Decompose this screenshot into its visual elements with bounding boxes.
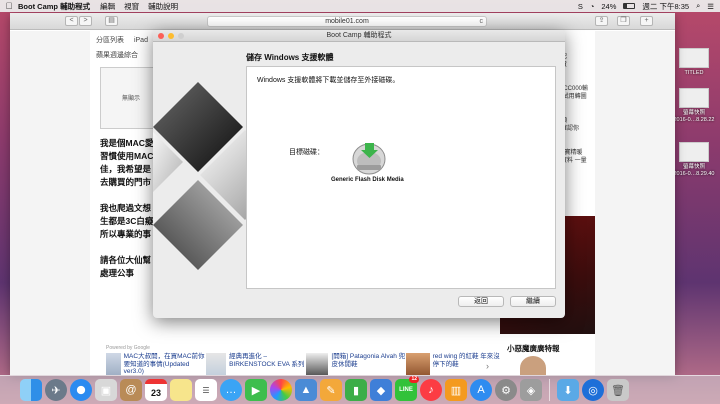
trash-icon[interactable]: 🗑 — [607, 379, 629, 401]
ad-thumbnail — [106, 353, 121, 375]
ad-thumbnail — [406, 353, 430, 375]
tab-ipad[interactable]: iPad — [134, 37, 148, 44]
step-heading: 儲存 Windows 支援軟體 — [246, 53, 334, 62]
related-ad-item[interactable]: MAC大叔開，在買MAC前你要知道的事情(Updated ver3.0) — [106, 353, 206, 375]
photos-icon[interactable] — [270, 379, 292, 401]
menu-window[interactable]: 視窗 — [124, 1, 139, 12]
spotlight-icon[interactable]: ⌕ — [696, 1, 700, 11]
share-icon[interactable]: ⇪ — [595, 16, 608, 26]
battery-percent: 24% — [601, 1, 617, 11]
skype-icon[interactable]: S — [578, 2, 583, 11]
related-ad-item[interactable]: red wing 的紅鞋 年來沒停下的鞋 — [406, 353, 506, 375]
carousel-next-icon[interactable]: › — [486, 361, 489, 371]
forward-button[interactable]: > — [79, 16, 92, 26]
content-panel: Windows 支援軟體將下載並儲存至外接磁碟。 目標磁碟： Generic F… — [246, 66, 556, 289]
calendar-date: 23 — [150, 387, 161, 398]
ad-thumbnail — [206, 353, 227, 375]
ad-image[interactable] — [520, 356, 546, 375]
browser-icon[interactable]: ◎ — [582, 379, 604, 401]
safari-icon[interactable] — [70, 379, 92, 401]
finder-icon[interactable] — [20, 379, 42, 401]
tab-apple-accessories[interactable]: 蘋果週邊綜合 — [96, 50, 138, 60]
tabs-icon[interactable]: ❐ — [617, 16, 630, 26]
desktop-item-untitled[interactable]: TITLED — [668, 48, 720, 77]
ibooks-icon[interactable]: ▥ — [445, 379, 467, 401]
menu-help[interactable]: 輔助說明 — [148, 1, 178, 12]
ad-thumbnail — [306, 353, 329, 375]
related-ad-item[interactable]: 經典再進化 – BIRKENSTOCK EVA 系列 — [206, 353, 306, 375]
bootcamp-window: Boot Camp 輔助程式 儲存 Windows 支援軟體 Windows 支… — [153, 30, 565, 318]
line-icon[interactable]: LINE 12 — [395, 376, 419, 401]
back-button[interactable]: 返回 — [458, 296, 504, 307]
messages-icon[interactable]: … — [220, 379, 242, 401]
reload-icon[interactable]: c — [480, 17, 484, 27]
keynote-icon[interactable]: ◆ — [370, 379, 392, 401]
window-controls — [158, 33, 184, 39]
ad-text: red wing 的紅鞋 年來沒停下的鞋 — [432, 353, 500, 368]
clock[interactable]: 週二 下午8:35 — [642, 1, 689, 12]
drive-thumbnail-icon — [679, 48, 709, 68]
launchpad-icon[interactable]: ✈ — [45, 379, 67, 401]
window-title: Boot Camp 輔助程式 — [326, 32, 392, 39]
dock: ✈ ▣ @ 23 ☰ … ▶ ▲ ✎ ▮ ◆ LINE 12 ♪ ▥ A ⚙ ◈ … — [0, 375, 720, 404]
address-bar[interactable]: mobile01.com c — [207, 16, 487, 27]
page-tabs: 分區列表 iPad — [96, 35, 156, 45]
desktop-item-label: TITLED — [684, 70, 704, 76]
desktop-item-screenshot-1[interactable]: 螢幕快照 2016-0…8.28.22 — [668, 88, 720, 124]
tab-category-list[interactable]: 分區列表 — [96, 37, 124, 44]
menubar-status-area: S ◔ 24% 週二 下午8:35 ⌕ ☰ — [578, 0, 714, 12]
screenshot-thumbnail-icon — [679, 88, 709, 108]
url-text: mobile01.com — [325, 18, 369, 25]
powered-by-google: Powered by Google — [106, 345, 150, 351]
target-disk-label: 目標磁碟： — [289, 149, 324, 156]
contacts-icon[interactable]: @ — [120, 379, 142, 401]
notification-badge: 12 — [409, 376, 419, 383]
external-disk-icon[interactable] — [351, 141, 387, 175]
menubar:  Boot Camp 輔助程式 編輯 視窗 輔助說明 S ◔ 24% 週二 下… — [0, 0, 720, 12]
desktop-item-label: 螢幕快照 2016-0…8.28.22 — [673, 110, 715, 123]
notification-center-icon[interactable]: ☰ — [707, 2, 714, 11]
system-preferences-icon[interactable]: ⚙ — [495, 379, 517, 401]
safari-toolbar: < > ▤ mobile01.com c ⇪ ❐ + — [10, 13, 675, 30]
bootcamp-icon[interactable]: ◈ — [520, 379, 542, 401]
menu-edit[interactable]: 編輯 — [100, 1, 115, 12]
step-description: Windows 支援軟體將下載並儲存至外接磁碟。 — [257, 77, 400, 84]
pages-icon[interactable]: ✎ — [320, 379, 342, 401]
related-ad-item[interactable]: [開箱] Patagonia Alvah 兜皮休閒鞋 — [306, 353, 406, 375]
notes-icon[interactable] — [170, 379, 192, 401]
calendar-icon[interactable]: 23 — [145, 379, 167, 401]
desktop-item-screenshot-2[interactable]: 螢幕快照 2016-0…8.29.40 — [668, 142, 720, 178]
apple-menu-icon[interactable]:  — [0, 1, 18, 11]
dock-separator — [549, 379, 550, 401]
minimize-button[interactable] — [168, 33, 174, 39]
app-menu[interactable]: Boot Camp 輔助程式 — [18, 1, 90, 12]
ad-text: 經典再進化 – BIRKENSTOCK EVA 系列 — [229, 353, 305, 368]
ad-text: MAC大叔開，在買MAC前你要知道的事情(Updated ver3.0) — [123, 353, 205, 375]
back-button[interactable]: < — [65, 16, 78, 26]
ad-text: [開箱] Patagonia Alvah 兜皮休閒鞋 — [331, 353, 406, 368]
wifi-icon[interactable]: ◔ — [590, 2, 595, 11]
close-button[interactable] — [158, 33, 164, 39]
screenshot-thumbnail-icon — [679, 142, 709, 162]
bootcamp-titlebar[interactable]: Boot Camp 輔助程式 — [153, 30, 565, 42]
iphoto-icon[interactable]: ▲ — [295, 379, 317, 401]
appstore-icon[interactable]: A — [470, 379, 492, 401]
music-icon[interactable]: ♪ — [420, 379, 442, 401]
ad-section-title[interactable]: 小惡魔廣廣特報 — [507, 343, 560, 354]
photos-preview-icon[interactable]: ▣ — [95, 379, 117, 401]
reminders-icon[interactable]: ☰ — [195, 379, 217, 401]
facetime-icon[interactable]: ▶ — [245, 379, 267, 401]
disk-name: Generic Flash Disk Media — [331, 177, 404, 183]
desktop-item-label: 螢幕快照 2016-0…8.29.40 — [673, 164, 715, 177]
sidebar-icon[interactable]: ▤ — [105, 16, 118, 26]
new-tab-icon[interactable]: + — [640, 16, 653, 26]
zoom-button[interactable] — [178, 33, 184, 39]
downloads-icon[interactable]: ⬇ — [557, 379, 579, 401]
numbers-icon[interactable]: ▮ — [345, 379, 367, 401]
battery-icon[interactable] — [623, 3, 636, 9]
related-ads: MAC大叔開，在買MAC前你要知道的事情(Updated ver3.0) 經典再… — [106, 353, 506, 375]
continue-button[interactable]: 繼續 — [510, 296, 556, 307]
